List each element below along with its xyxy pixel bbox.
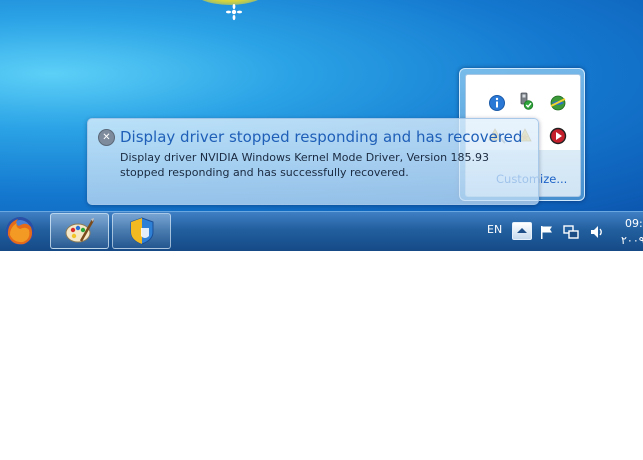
taskbar: EN 09:4 ٢٠٠٩	[0, 211, 643, 251]
wallpaper-flower-icon	[225, 3, 243, 21]
windows-defender-taskbar-button[interactable]	[112, 213, 171, 249]
media-play-icon[interactable]	[549, 127, 567, 145]
balloon-title: Display driver stopped responding and ha…	[120, 128, 523, 146]
network-globe-icon[interactable]	[549, 94, 567, 112]
volume-icon[interactable]	[589, 224, 605, 240]
balloon-message: Display driver NVIDIA Windows Kernel Mod…	[120, 151, 490, 179]
desktop-background: Customize... ✕ Display driver stopped re…	[0, 0, 643, 211]
firefox-taskbar-button[interactable]	[0, 213, 40, 249]
paint-icon	[65, 218, 94, 243]
input-language-indicator[interactable]: EN	[487, 223, 502, 236]
chevron-up-icon	[517, 228, 527, 233]
clock-date[interactable]: ٢٠٠٩	[621, 234, 643, 247]
network-icon[interactable]	[563, 224, 579, 240]
action-center-flag-icon[interactable]	[539, 224, 555, 240]
show-hidden-icons-button[interactable]	[512, 222, 532, 240]
info-icon[interactable]	[488, 94, 506, 112]
paint-taskbar-button[interactable]	[50, 213, 109, 249]
clock-time[interactable]: 09:4	[625, 217, 643, 230]
balloon-close-icon[interactable]: ✕	[98, 129, 115, 146]
firefox-icon	[6, 217, 34, 245]
notification-balloon[interactable]: ✕ Display driver stopped responding and …	[87, 118, 539, 205]
defender-icon	[130, 217, 153, 245]
safely-remove-hardware-icon[interactable]	[516, 92, 534, 110]
